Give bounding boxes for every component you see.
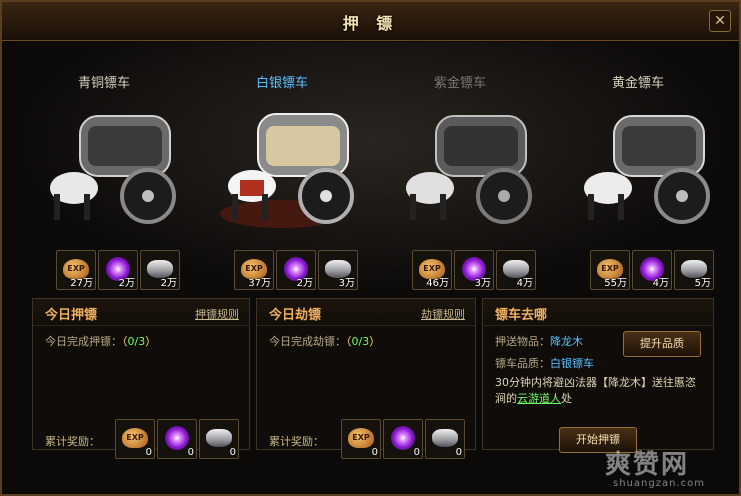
exp-reward-slot[interactable]: EXP 27万 (56, 250, 96, 290)
silver-ingot-icon (206, 429, 232, 447)
escort-accumulated-rewards: EXP 0 0 0 (115, 419, 245, 459)
cart-rewards: EXP 55万 4万 5万 (590, 250, 720, 290)
cart-bronze[interactable]: 青铜镖车 EXP 27万 2万 2万 (16, 42, 192, 290)
escort-panel: 今日押镖 押镖规则 今日完成押镖：（0/3） 累计奖励： EXP 0 0 0 (32, 298, 250, 459)
exp-reward-slot[interactable]: EXP 37万 (234, 250, 274, 290)
site-watermark: 爽赞网 shuangzan.com (605, 450, 705, 489)
exp-reward-slot[interactable]: EXP 0 (341, 419, 381, 459)
close-button[interactable]: ✕ (709, 10, 731, 32)
rob-panel: 今日劫镖 劫镖规则 今日完成劫镖：（0/3） 累计奖励： EXP 0 0 0 (256, 298, 476, 459)
orb-reward-slot[interactable]: 2万 (98, 250, 138, 290)
exp-reward-slot[interactable]: EXP 46万 (412, 250, 452, 290)
cart-name: 黄金镖车 (611, 76, 664, 91)
destination-panel: 镖车去哪 押送物品：降龙木 镖车品质：白银镖车 提升品质 30分钟内将避凶法器【… (482, 298, 714, 453)
destination-panel-title: 镖车去哪 (495, 308, 548, 323)
close-icon: ✕ (714, 13, 726, 29)
cart-gold[interactable]: 黄金镖车 EXP 55万 4万 5万 (550, 42, 726, 290)
silver-reward-slot[interactable]: 5万 (674, 250, 714, 290)
exp-reward-slot[interactable]: EXP 0 (115, 419, 155, 459)
rob-accumulated-rewards: EXP 0 0 0 (341, 419, 471, 459)
purple-orb-icon (165, 426, 189, 450)
escort-item-value: 降龙木 (550, 335, 583, 348)
cart-rewards: EXP 46万 3万 4万 (412, 250, 542, 290)
purple-gold-cart-icon (406, 115, 532, 224)
escort-panel-title: 今日押镖 (45, 308, 98, 323)
title-bar: 押 镖 ✕ (2, 2, 739, 41)
silver-reward-slot[interactable]: 4万 (496, 250, 536, 290)
exp-icon: EXP (348, 428, 374, 448)
cart-rewards: EXP 27万 2万 2万 (56, 250, 186, 290)
gold-cart-icon (584, 115, 710, 224)
orb-reward-slot[interactable]: 3万 (454, 250, 494, 290)
exp-icon: EXP (122, 428, 148, 448)
silver-reward-slot[interactable]: 3万 (318, 250, 358, 290)
silver-reward-slot[interactable]: 0 (199, 419, 239, 459)
cart-quality: 镖车品质：白银镖车 (495, 357, 594, 370)
cart-silver[interactable]: 白银镖车 EXP 37万 2万 3万 (194, 42, 370, 290)
cart-rewards: EXP 37万 2万 3万 (234, 250, 364, 290)
escort-window: 押 镖 ✕ 青铜镖车 EXP 27万 2万 2万 白银镖车 EXP 37万 2万… (0, 0, 741, 496)
exp-reward-slot[interactable]: EXP 55万 (590, 250, 630, 290)
window-title: 押 镖 (342, 14, 399, 33)
silver-reward-slot[interactable]: 0 (425, 419, 465, 459)
escort-rules-link[interactable]: 押镖规则 (195, 306, 239, 322)
cart-purple-gold[interactable]: 紫金镖车 EXP 46万 3万 4万 (372, 42, 548, 290)
purple-orb-icon (391, 426, 415, 450)
rob-rules-link[interactable]: 劫镖规则 (421, 306, 465, 322)
orb-reward-slot[interactable]: 2万 (276, 250, 316, 290)
cart-quality-value: 白银镖车 (550, 357, 594, 370)
escort-item: 押送物品：降龙木 (495, 335, 583, 348)
silver-reward-slot[interactable]: 2万 (140, 250, 180, 290)
escort-reward-label: 累计奖励： (45, 435, 100, 448)
orb-reward-slot[interactable]: 4万 (632, 250, 672, 290)
rob-progress: 今日完成劫镖：（0/3） (269, 335, 381, 348)
rob-panel-title: 今日劫镖 (269, 308, 322, 323)
escort-progress: 今日完成押镖：（0/3） (45, 335, 157, 348)
cart-selection-area: 青铜镖车 EXP 27万 2万 2万 白银镖车 EXP 37万 2万 3万 紫金… (16, 42, 728, 290)
destination-description: 30分钟内将避凶法器【降龙木】送往慝恣涧的云游道人处 (495, 376, 696, 405)
cart-name: 紫金镖车 (433, 76, 486, 91)
orb-reward-slot[interactable]: 0 (383, 419, 423, 459)
silver-cart-icon (220, 113, 354, 228)
cart-name: 白银镖车 (255, 76, 308, 91)
upgrade-quality-button[interactable]: 提升品质 (623, 331, 701, 357)
silver-ingot-icon (432, 429, 458, 447)
cart-name: 青铜镖车 (77, 76, 130, 91)
orb-reward-slot[interactable]: 0 (157, 419, 197, 459)
bronze-cart-icon (50, 115, 176, 224)
rob-reward-label: 累计奖励： (269, 435, 324, 448)
npc-link[interactable]: 云游道人 (517, 392, 561, 405)
